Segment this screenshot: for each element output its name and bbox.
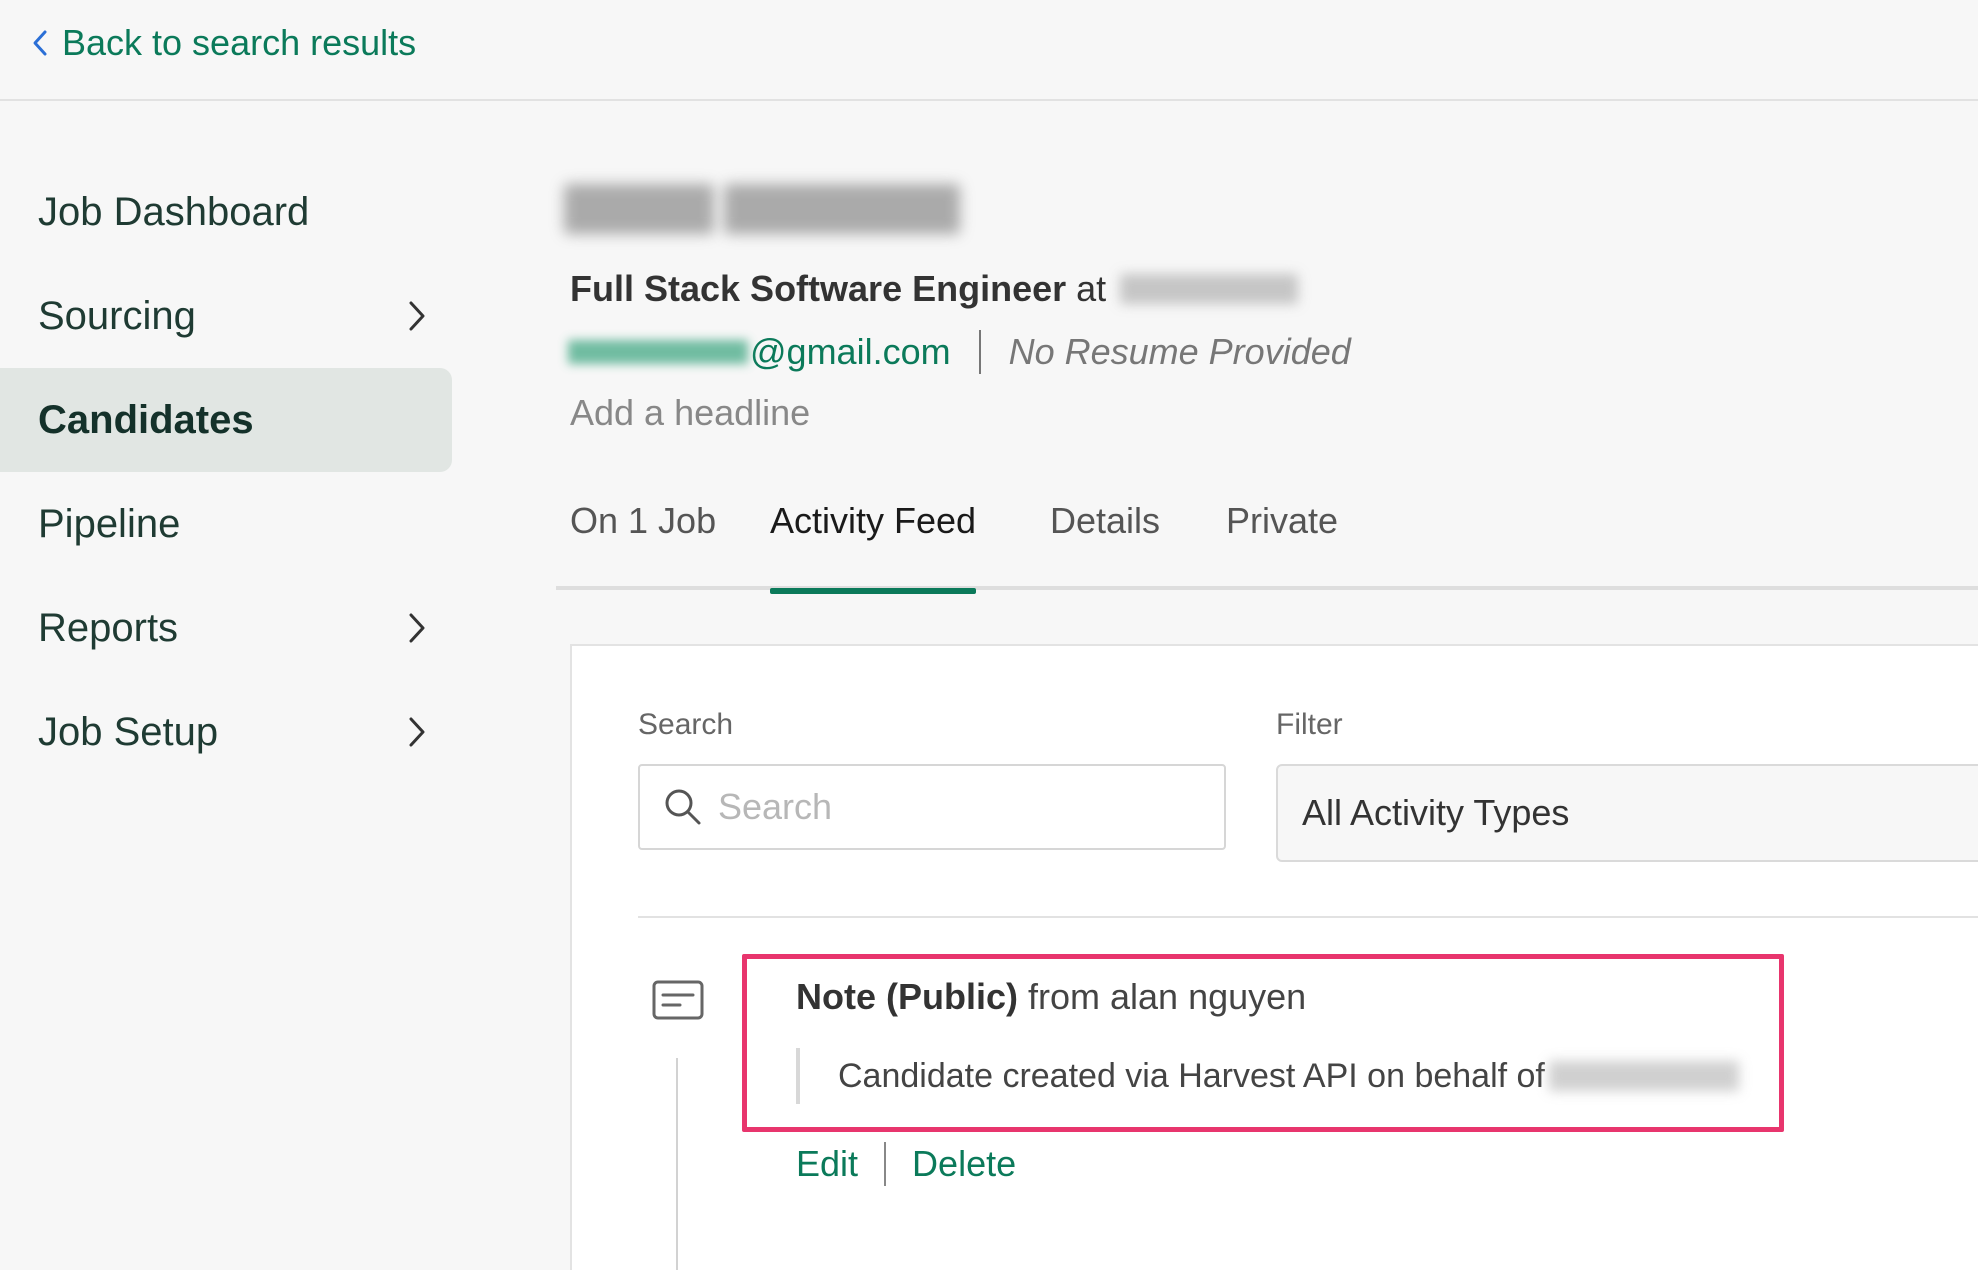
note-actions: Edit Delete <box>796 1142 1016 1186</box>
sidebar-item-label: Pipeline <box>38 501 181 546</box>
sidebar-item-reports[interactable]: Reports <box>0 576 452 680</box>
note-author: from alan nguyen <box>1028 976 1307 1017</box>
search-icon <box>665 789 701 825</box>
candidate-name-redacted <box>564 180 962 236</box>
search-input[interactable] <box>718 786 1218 828</box>
back-to-search-link[interactable]: Back to search results <box>32 22 416 64</box>
tab-private[interactable]: Private <box>1226 500 1338 586</box>
job-line: Full Stack Software Engineer at <box>570 268 1299 310</box>
sidebar-item-label: Candidates <box>38 397 254 442</box>
back-link-label: Back to search results <box>62 22 417 63</box>
tab-details[interactable]: Details <box>1050 500 1160 586</box>
add-headline-link[interactable]: Add a headline <box>570 392 810 434</box>
note-type: Note (Public) <box>796 976 1018 1017</box>
sidebar-item-job-dashboard[interactable]: Job Dashboard <box>0 160 452 264</box>
at-label: at <box>1076 268 1107 309</box>
tab-on-1-job[interactable]: On 1 Job <box>570 500 716 586</box>
sidebar-item-label: Job Setup <box>38 709 219 754</box>
sidebar-item-sourcing[interactable]: Sourcing <box>0 264 452 368</box>
sidebar-item-label: Reports <box>38 605 179 650</box>
chevron-right-icon <box>409 301 425 331</box>
profile-tabs: On 1 Job Activity Feed Details Private <box>556 496 1978 594</box>
redacted-user-name <box>1548 1061 1739 1091</box>
job-title: Full Stack Software Engineer <box>570 268 1067 309</box>
search-field[interactable] <box>638 764 1226 850</box>
tab-activity-feed[interactable]: Activity Feed <box>770 500 977 594</box>
sidebar-nav: Job Dashboard Sourcing Candidates Pipeli… <box>0 160 452 784</box>
note-icon <box>652 980 704 1020</box>
timeline-line <box>676 1058 678 1270</box>
search-label: Search <box>638 708 734 741</box>
note-title: Note (Public) from alan nguyen <box>796 976 1306 1018</box>
resume-status: No Resume Provided <box>1008 331 1351 372</box>
sidebar-item-label: Job Dashboard <box>38 189 310 234</box>
redacted-first-name <box>564 184 714 234</box>
note-body: Candidate created via Harvest API on beh… <box>796 1048 1739 1104</box>
delete-note-button[interactable]: Delete <box>912 1143 1016 1185</box>
sidebar-item-candidates[interactable]: Candidates <box>0 368 452 472</box>
contact-line: @gmail.com No Resume Provided <box>568 330 1351 374</box>
divider <box>978 330 981 374</box>
activity-feed-panel: Search Filter All Activity Types Note (P… <box>570 644 1978 1270</box>
filter-label: Filter <box>1276 708 1343 741</box>
redacted-email-user <box>568 340 748 364</box>
sidebar-item-job-setup[interactable]: Job Setup <box>0 680 452 784</box>
sidebar-item-label: Sourcing <box>38 293 196 338</box>
sidebar-item-pipeline[interactable]: Pipeline <box>0 472 452 576</box>
redacted-company <box>1120 274 1299 304</box>
edit-note-button[interactable]: Edit <box>796 1143 858 1185</box>
filter-selected-value: All Activity Types <box>1302 792 1570 833</box>
chevron-right-icon <box>409 613 425 643</box>
divider <box>884 1142 887 1186</box>
separator <box>638 916 1978 918</box>
candidate-profile: Full Stack Software Engineer at @gmail.c… <box>556 0 1978 1270</box>
email-link[interactable]: @gmail.com <box>750 331 951 373</box>
note-body-text: Candidate created via Harvest API on beh… <box>838 1056 1545 1095</box>
chevron-left-icon <box>33 30 47 56</box>
activity-type-filter[interactable]: All Activity Types <box>1276 764 1978 862</box>
chevron-right-icon <box>409 717 425 747</box>
redacted-last-name <box>724 184 960 234</box>
